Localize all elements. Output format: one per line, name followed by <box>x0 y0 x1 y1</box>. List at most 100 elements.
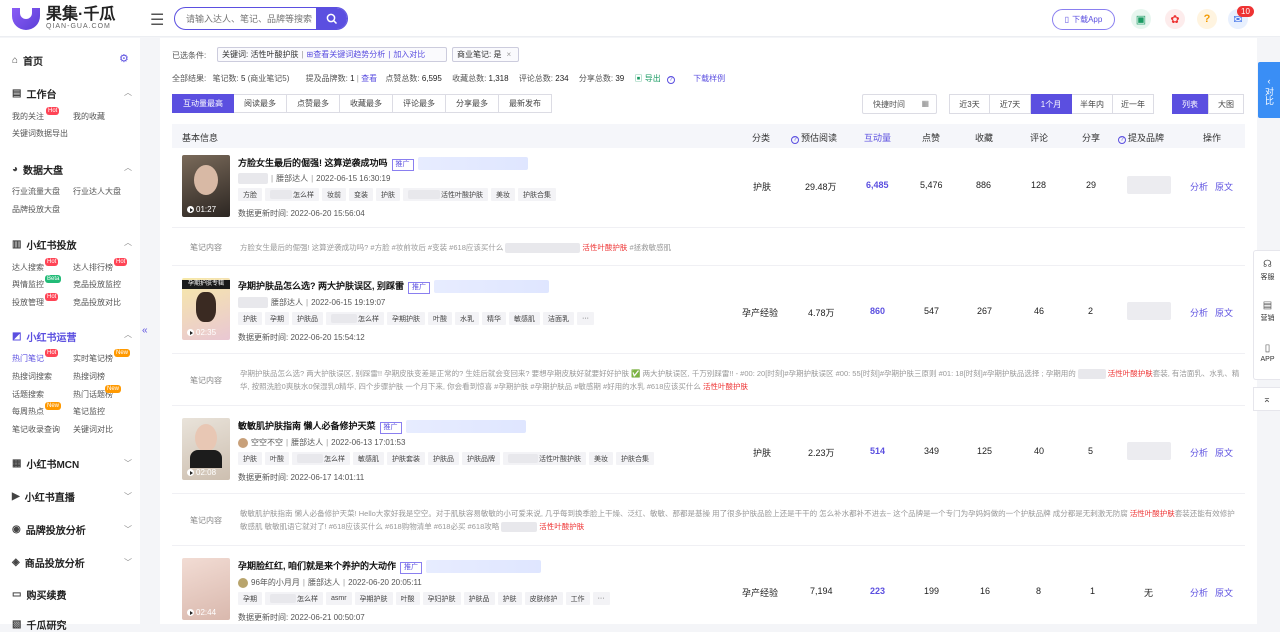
more-tags-button[interactable]: ··· <box>577 312 594 325</box>
sidebar-item-note-monitor[interactable]: 笔记监控 <box>73 406 105 417</box>
question-icon[interactable]: ? <box>666 76 675 84</box>
app-button[interactable]: ▯ APP <box>1254 343 1280 363</box>
note-tag[interactable]: 活性叶酸护肤 <box>403 188 488 201</box>
sidebar-item-keyword-export[interactable]: 关键词数据导出 <box>12 128 68 139</box>
note-tag[interactable]: 叶酸 <box>395 592 420 605</box>
tab-range-1m[interactable]: 1个月 <box>1031 94 1072 114</box>
note-author[interactable]: 96年的小月月 | 腰部达人 | 2022-06-20 20:05:11 <box>238 577 422 588</box>
header-likes[interactable]: 点赞 <box>922 131 940 144</box>
original-link[interactable]: 原文 <box>1215 306 1233 319</box>
note-tag[interactable]: 护肤套装 <box>387 452 425 465</box>
note-title[interactable]: 方脸女生最后的倔强! 这算逆袭成功吗 推广 <box>238 156 528 171</box>
download-sample-link[interactable]: 下载样例 <box>693 74 725 83</box>
note-tag[interactable]: 怎么样 <box>326 312 384 325</box>
note-tag[interactable]: 叶酸 <box>428 312 452 325</box>
note-tag[interactable]: 怎么样 <box>292 452 350 465</box>
export-link[interactable]: 导出 <box>645 74 661 83</box>
sidebar-group-live[interactable]: ▶ 小红书直播 <box>12 489 75 504</box>
note-tag[interactable]: 美妆 <box>491 188 515 201</box>
note-tag[interactable]: 工作 <box>565 592 590 605</box>
sidebar-item-keyword-compare[interactable]: 关键词对比 <box>73 424 113 435</box>
sidebar-group-xhs-ops[interactable]: ◩ 小红书运营 <box>12 329 76 344</box>
sidebar-item-realtime-rank[interactable]: 实时笔记榜 <box>73 353 113 364</box>
sidebar-group-xhs-ads[interactable]: ▥ 小红书投放 <box>12 237 76 252</box>
tab-range-3d[interactable]: 近3天 <box>949 94 990 114</box>
analysis-link[interactable]: 分析 <box>1190 446 1208 459</box>
menu-toggle-icon[interactable]: ☰ <box>150 10 164 30</box>
note-tag[interactable]: 护肤 <box>238 312 262 325</box>
note-title[interactable]: 孕期护肤品怎么选? 两大护肤误区, 别踩雷 推广 <box>238 279 550 294</box>
note-tag[interactable]: 皮肤修护 <box>524 592 563 605</box>
add-compare-link[interactable]: 加入对比 <box>393 49 425 60</box>
sidebar-item-my-collects[interactable]: 我的收藏 <box>73 111 105 122</box>
note-tag[interactable]: 变装 <box>349 188 373 201</box>
analysis-link[interactable]: 分析 <box>1190 306 1208 319</box>
chevron-down-icon[interactable]: ﹀ <box>124 557 132 568</box>
sidebar-item-my-follows[interactable]: 我的关注 <box>12 111 44 122</box>
note-tag[interactable]: 护肤合集 <box>518 188 556 201</box>
header-comments[interactable]: 评论 <box>1030 131 1048 144</box>
sidebar-group-purchase[interactable]: ▭ 购买续费 <box>12 587 66 602</box>
sidebar-item-industry-kol[interactable]: 行业达人大盘 <box>73 186 121 197</box>
search-input[interactable] <box>175 8 316 29</box>
sidebar-group-research[interactable]: ▧ 千瓜研究 <box>12 617 66 632</box>
compare-tab[interactable]: ‹ 对比 <box>1258 62 1280 118</box>
note-tag[interactable]: 妆前 <box>322 188 346 201</box>
tab-sort-comments[interactable]: 评论最多 <box>393 94 446 113</box>
chevron-down-icon[interactable]: ﹀ <box>124 524 132 535</box>
marketing-button[interactable]: ▤ 营销 <box>1254 300 1280 323</box>
note-tag[interactable]: 护肤 <box>497 592 522 605</box>
sidebar-group-brand-analysis[interactable]: ◉ 品牌投放分析 <box>12 522 86 537</box>
logo[interactable]: 果集·千瓜 QIAN-GUA.COM <box>12 7 115 30</box>
tab-sort-collects[interactable]: 收藏最多 <box>340 94 393 113</box>
note-tag[interactable]: 怎么样 <box>265 188 319 201</box>
original-link[interactable]: 原文 <box>1215 446 1233 459</box>
note-tag[interactable]: 方脸 <box>238 188 262 201</box>
header-est-reads[interactable]: ? 预估阅读 <box>791 131 837 144</box>
analysis-link[interactable]: 分析 <box>1190 586 1208 599</box>
sidebar-item-weekly-hot[interactable]: 每周热点 <box>12 406 44 417</box>
note-tag[interactable]: 洁面乳 <box>543 312 574 325</box>
note-author[interactable]: 腰部达人 | 2022-06-15 19:19:07 <box>238 297 385 308</box>
note-tag[interactable]: 敏感肌 <box>509 312 540 325</box>
download-app-button[interactable]: ▯ 下载App <box>1052 9 1115 30</box>
tab-sort-reads[interactable]: 阅读最多 <box>234 94 287 113</box>
customer-service-button[interactable]: ☊ 客服 <box>1254 259 1280 282</box>
note-tag[interactable]: 孕妇护肤 <box>422 592 461 605</box>
header-collects[interactable]: 收藏 <box>975 131 993 144</box>
note-author[interactable]: | 腰部达人 | 2022-06-15 16:30:19 <box>238 173 390 184</box>
sidebar-group-mcn[interactable]: ▦ 小红书MCN <box>12 456 79 471</box>
sidebar-item-ads-manage[interactable]: 投放管理 <box>12 297 44 308</box>
sidebar-group-data-board[interactable]: ◕ 数据大盘 <box>12 162 63 177</box>
note-tag[interactable]: 护肤品 <box>463 592 495 605</box>
analysis-link[interactable]: 分析 <box>1190 180 1208 193</box>
chevron-down-icon[interactable]: ﹀ <box>124 491 132 502</box>
search-button[interactable] <box>316 8 347 29</box>
sidebar-item-hot-search-rank[interactable]: 热搜词榜 <box>73 371 105 382</box>
note-tag[interactable]: 叶酸 <box>265 452 289 465</box>
sidebar-item-kol-rank[interactable]: 达人排行榜 <box>73 262 113 273</box>
settings-icon[interactable]: ⚙ <box>119 52 129 65</box>
close-icon[interactable]: × <box>506 50 511 59</box>
original-link[interactable]: 原文 <box>1215 180 1233 193</box>
sidebar-item-home[interactable]: ⌂ 首页 <box>12 53 43 68</box>
note-tag[interactable]: 水乳 <box>455 312 479 325</box>
header-brands[interactable]: ? 提及品牌 <box>1118 131 1164 144</box>
note-tag[interactable]: asmr <box>326 592 352 605</box>
note-thumbnail[interactable]: 02:08 <box>182 418 230 480</box>
note-thumbnail[interactable]: 02:44 <box>182 558 230 620</box>
sidebar-item-competitor-monitor[interactable]: 竞品投放监控 <box>73 279 121 290</box>
sidebar-item-kol-search[interactable]: 达人搜索 <box>12 262 44 273</box>
header-shares[interactable]: 分享 <box>1082 131 1100 144</box>
sidebar-group-workbench[interactable]: ▤ 工作台 <box>12 86 56 101</box>
chevron-up-icon[interactable]: ︿ <box>124 87 132 98</box>
sidebar-item-sentiment[interactable]: 舆情监控 <box>12 279 44 290</box>
chevron-down-icon[interactable]: ﹀ <box>124 458 132 469</box>
sidebar-item-brand-ads[interactable]: 品牌投放大盘 <box>12 204 60 215</box>
tab-range-7d[interactable]: 近7天 <box>990 94 1031 114</box>
apps-icon[interactable]: ✿ <box>1165 9 1185 29</box>
note-tag[interactable]: 护肤品 <box>428 452 459 465</box>
sidebar-collapse-icon[interactable]: « <box>142 325 148 336</box>
help-icon[interactable]: ? <box>1197 9 1217 29</box>
note-tag[interactable]: 孕期 <box>265 312 289 325</box>
